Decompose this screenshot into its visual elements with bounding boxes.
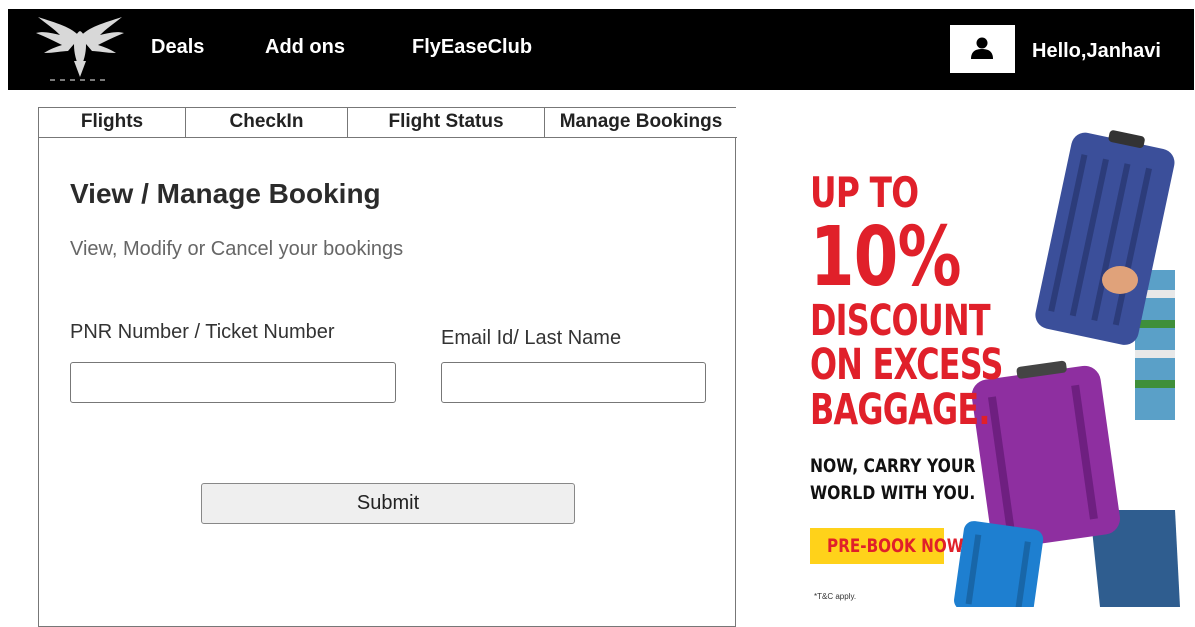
page-subtitle: View, Modify or Cancel your bookings bbox=[70, 238, 404, 260]
nav-link-deals[interactable]: Deals bbox=[151, 36, 204, 59]
manage-booking-card: Flights CheckIn Flight Status Manage Boo… bbox=[38, 107, 737, 627]
promo-headline-3: DISCOUNT bbox=[810, 296, 991, 346]
promo-headline-4: ON EXCESS bbox=[810, 340, 1003, 390]
promo-headline-2: 10% bbox=[810, 210, 962, 305]
tab-flight-status[interactable]: Flight Status bbox=[348, 108, 545, 138]
promo-banner[interactable]: UP TO 10% DISCOUNT ON EXCESS BAGGAGE. NO… bbox=[800, 130, 1195, 607]
tab-checkin[interactable]: CheckIn bbox=[186, 108, 348, 138]
prebook-button[interactable]: PRE-BOOK NOW bbox=[810, 528, 964, 564]
prebook-label: PRE-BOOK NOW bbox=[827, 535, 964, 557]
eagle-logo-icon[interactable] bbox=[34, 13, 126, 85]
nav-link-flyeaseclub[interactable]: FlyEaseClub bbox=[412, 36, 532, 59]
terms-note: *T&C apply. bbox=[814, 592, 857, 601]
nav-link-add-ons[interactable]: Add ons bbox=[265, 36, 345, 59]
pnr-input[interactable] bbox=[70, 362, 396, 403]
page-title: View / Manage Booking bbox=[70, 178, 381, 209]
user-profile-button[interactable] bbox=[950, 25, 1015, 73]
submit-button[interactable]: Submit bbox=[201, 483, 575, 524]
user-icon bbox=[971, 37, 993, 59]
booking-tabs: Flights CheckIn Flight Status Manage Boo… bbox=[39, 108, 737, 139]
top-nav-bar: Deals Add ons FlyEaseClub Hello,Janhavi bbox=[8, 9, 1194, 90]
email-label: Email Id/ Last Name bbox=[441, 327, 622, 349]
tab-flights[interactable]: Flights bbox=[39, 108, 186, 138]
tab-manage-bookings[interactable]: Manage Bookings bbox=[545, 108, 737, 138]
user-greeting[interactable]: Hello,Janhavi bbox=[1032, 40, 1161, 63]
pnr-label: PNR Number / Ticket Number bbox=[70, 321, 335, 343]
promo-headline-5: BAGGAGE. bbox=[810, 385, 991, 435]
promo-tagline-2: WORLD WITH YOU. bbox=[810, 482, 976, 504]
email-input[interactable] bbox=[441, 362, 706, 403]
promo-tagline-1: NOW, CARRY YOUR bbox=[810, 455, 976, 477]
